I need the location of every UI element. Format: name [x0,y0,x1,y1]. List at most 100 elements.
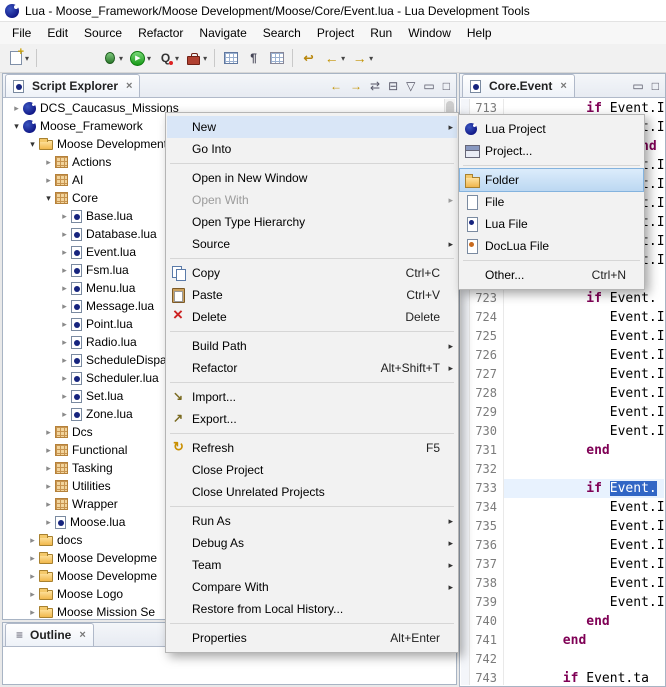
formatting-marks-button[interactable]: ¶ [243,48,264,69]
menu-help[interactable]: Help [459,23,500,43]
collapsed-arrow-icon[interactable]: ▸ [42,463,55,474]
collapsed-arrow-icon[interactable]: ▸ [42,517,55,528]
code-line-743[interactable]: 743 if Event.ta [461,669,664,685]
menu-edit[interactable]: Edit [39,23,76,43]
expanded-arrow-icon[interactable]: ▾ [26,139,39,150]
collapsed-arrow-icon[interactable]: ▸ [58,373,71,384]
new-submenu-item-lua-file[interactable]: Lua File [460,213,643,235]
context-menu-item-delete[interactable]: DeleteDelete [167,306,457,328]
tab-outline[interactable]: ≡ Outline × [5,623,94,646]
forward-history-button[interactable]: →▾ [349,48,375,69]
collapse-all-button[interactable]: ⊟ [385,79,401,93]
close-icon[interactable]: × [560,80,566,92]
context-menu-item-open-type-hierarchy[interactable]: Open Type Hierarchy [167,211,457,233]
menu-source[interactable]: Source [76,23,130,43]
collapsed-arrow-icon[interactable]: ▸ [26,571,39,582]
close-icon[interactable]: × [126,80,132,92]
menu-window[interactable]: Window [400,23,459,43]
collapsed-arrow-icon[interactable]: ▸ [26,535,39,546]
table-view-button[interactable] [220,48,241,69]
new-submenu-item-lua-project[interactable]: Lua Project [460,118,643,140]
code-line-730[interactable]: 730 Event.Ini [461,422,664,441]
menu-search[interactable]: Search [255,23,309,43]
code-line-738[interactable]: 738 Event.Ini [461,574,664,593]
collapsed-arrow-icon[interactable]: ▸ [58,229,71,240]
menu-navigate[interactable]: Navigate [191,23,254,43]
collapsed-arrow-icon[interactable]: ▸ [58,337,71,348]
expanded-arrow-icon[interactable]: ▾ [42,193,55,204]
code-line-724[interactable]: 724 Event.Ini [461,308,664,327]
external-tools-button[interactable]: ▾ [183,48,209,69]
debug-button[interactable]: ▾ [99,48,125,69]
collapsed-arrow-icon[interactable]: ▸ [58,355,71,366]
back-history-button[interactable]: ←▾ [321,48,347,69]
collapsed-arrow-icon[interactable]: ▸ [42,445,55,456]
collapsed-arrow-icon[interactable]: ▸ [10,103,23,114]
code-line-726[interactable]: 726 Event.Ini [461,346,664,365]
context-menu-item-debug-as[interactable]: Debug As▸ [167,532,457,554]
code-line-737[interactable]: 737 Event.Ini [461,555,664,574]
code-line-742[interactable]: 742 [461,650,664,669]
code-line-728[interactable]: 728 Event.Ini [461,384,664,403]
minimize-button[interactable]: ▭ [629,79,646,93]
code-line-741[interactable]: 741 end [461,631,664,650]
collapsed-arrow-icon[interactable]: ▸ [58,301,71,312]
code-line-733[interactable]: 733 if Event. [461,479,664,498]
maximize-button[interactable]: □ [440,79,453,93]
collapsed-arrow-icon[interactable]: ▸ [42,175,55,186]
new-wizard-button[interactable]: ▾ [5,48,31,69]
new-submenu-item-doclua-file[interactable]: DocLua File [460,235,643,257]
context-menu-item-source[interactable]: Source▸ [167,233,457,255]
context-menu-item-close-project[interactable]: Close Project [167,459,457,481]
collapsed-arrow-icon[interactable]: ▸ [42,481,55,492]
context-menu-item-export[interactable]: Export... [167,408,457,430]
collapsed-arrow-icon[interactable]: ▸ [58,265,71,276]
maximize-button[interactable]: □ [649,79,662,93]
grid-view-button[interactable] [266,48,287,69]
context-menu-item-refactor[interactable]: RefactorAlt+Shift+T▸ [167,357,457,379]
new-submenu-item-other[interactable]: Other...Ctrl+N [460,264,643,286]
new-submenu-item-file[interactable]: File [460,191,643,213]
collapsed-arrow-icon[interactable]: ▸ [58,409,71,420]
back-button[interactable]: ← [327,79,345,93]
context-menu-item-close-unrelated-projects[interactable]: Close Unrelated Projects [167,481,457,503]
menu-run[interactable]: Run [362,23,400,43]
context-menu-item-open-in-new-window[interactable]: Open in New Window [167,167,457,189]
context-menu-item-build-path[interactable]: Build Path▸ [167,335,457,357]
tab-script-explorer[interactable]: Script Explorer × [5,74,140,97]
context-menu-item-team[interactable]: Team▸ [167,554,457,576]
code-line-725[interactable]: 725 Event.Ini [461,327,664,346]
code-line-732[interactable]: 732 [461,460,664,479]
menu-refactor[interactable]: Refactor [130,23,191,43]
context-menu-item-refresh[interactable]: RefreshF5 [167,437,457,459]
code-line-723[interactable]: 723 if Event. [461,289,664,308]
context-menu-item-paste[interactable]: PasteCtrl+V [167,284,457,306]
collapsed-arrow-icon[interactable]: ▸ [42,157,55,168]
new-submenu-item-folder[interactable]: Folder [460,169,643,191]
context-menu-item-restore-from-local-history[interactable]: Restore from Local History... [167,598,457,620]
context-menu-item-new[interactable]: New▸ [167,116,457,138]
code-line-739[interactable]: 739 Event.Ini [461,593,664,612]
link-with-editor-button[interactable]: ⇄ [367,79,383,93]
code-line-736[interactable]: 736 Event.Ini [461,536,664,555]
coverage-button[interactable]: Q▾ [155,48,181,69]
code-line-740[interactable]: 740 end [461,612,664,631]
close-icon[interactable]: × [79,629,85,641]
context-menu-item-compare-with[interactable]: Compare With▸ [167,576,457,598]
collapsed-arrow-icon[interactable]: ▸ [26,589,39,600]
menu-file[interactable]: File [4,23,39,43]
collapsed-arrow-icon[interactable]: ▸ [58,211,71,222]
context-menu-item-properties[interactable]: PropertiesAlt+Enter [167,627,457,649]
view-menu-button[interactable]: ▽ [403,79,418,93]
run-button[interactable]: ▾ [127,48,153,69]
collapsed-arrow-icon[interactable]: ▸ [42,499,55,510]
minimize-button[interactable]: ▭ [420,79,437,93]
context-menu-item-run-as[interactable]: Run As▸ [167,510,457,532]
new-submenu-item-project[interactable]: Project... [460,140,643,162]
code-line-729[interactable]: 729 Event.Ini [461,403,664,422]
collapsed-arrow-icon[interactable]: ▸ [58,319,71,330]
forward-button[interactable]: → [347,79,365,93]
collapsed-arrow-icon[interactable]: ▸ [58,391,71,402]
collapsed-arrow-icon[interactable]: ▸ [58,283,71,294]
code-line-731[interactable]: 731 end [461,441,664,460]
